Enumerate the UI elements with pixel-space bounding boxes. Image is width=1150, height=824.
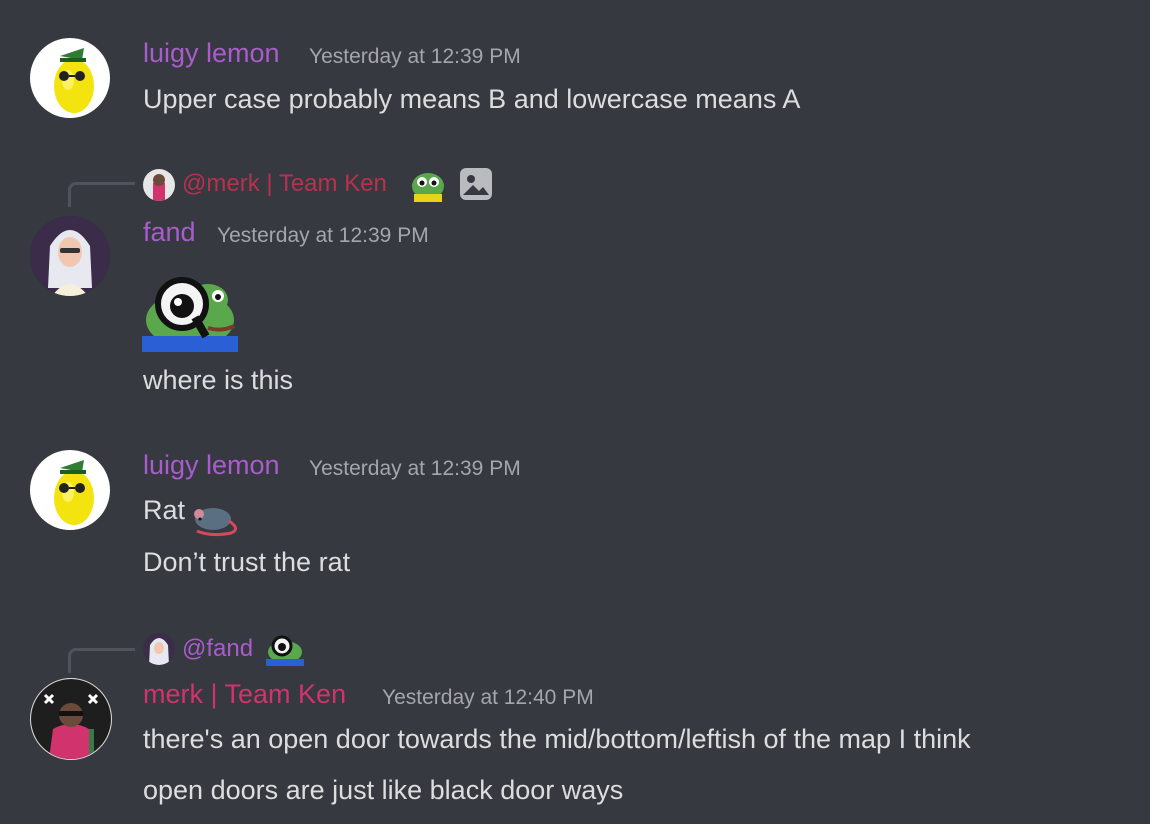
message-text: open doors are just like black door ways bbox=[143, 775, 624, 805]
timestamp: Yesterday at 12:39 PM bbox=[309, 45, 521, 68]
merk-mini-avatar-icon[interactable] bbox=[143, 169, 175, 201]
timestamp: Yesterday at 12:39 PM bbox=[217, 224, 429, 247]
reply-spine bbox=[68, 648, 135, 673]
pepe-magnifier-emoji[interactable] bbox=[142, 274, 238, 352]
message-text: Upper case probably means B and lowercas… bbox=[143, 84, 801, 114]
image-attachment-icon[interactable] bbox=[459, 167, 493, 201]
reply-mention[interactable]: @fand bbox=[182, 635, 253, 663]
merk-avatar-icon[interactable] bbox=[30, 678, 112, 760]
lemon-avatar-icon[interactable] bbox=[30, 38, 110, 118]
author-name[interactable]: luigy lemon bbox=[143, 38, 280, 69]
pepe-magnifier-reply-emoji-icon bbox=[266, 634, 304, 666]
reply-spine bbox=[68, 182, 135, 207]
message-text: where is this bbox=[143, 365, 294, 395]
timestamp: Yesterday at 12:39 PM bbox=[309, 457, 521, 480]
fand-mini-avatar-icon[interactable] bbox=[143, 633, 175, 665]
girl-avatar-icon[interactable] bbox=[30, 216, 110, 296]
message-text: Don’t trust the rat bbox=[143, 547, 351, 577]
message-text: Rat bbox=[143, 495, 186, 525]
message-text: there's an open door towards the mid/bot… bbox=[143, 724, 971, 754]
pepe-reply-emoji-icon bbox=[408, 164, 448, 204]
author-name[interactable]: luigy lemon bbox=[143, 450, 280, 481]
timestamp: Yesterday at 12:40 PM bbox=[382, 686, 594, 709]
reply-mention[interactable]: @merk | Team Ken bbox=[182, 170, 387, 198]
author-name[interactable]: merk | Team Ken bbox=[143, 679, 346, 710]
lemon-avatar-icon[interactable] bbox=[30, 450, 110, 530]
author-name[interactable]: fand bbox=[143, 217, 196, 248]
rat-emoji bbox=[191, 499, 239, 537]
